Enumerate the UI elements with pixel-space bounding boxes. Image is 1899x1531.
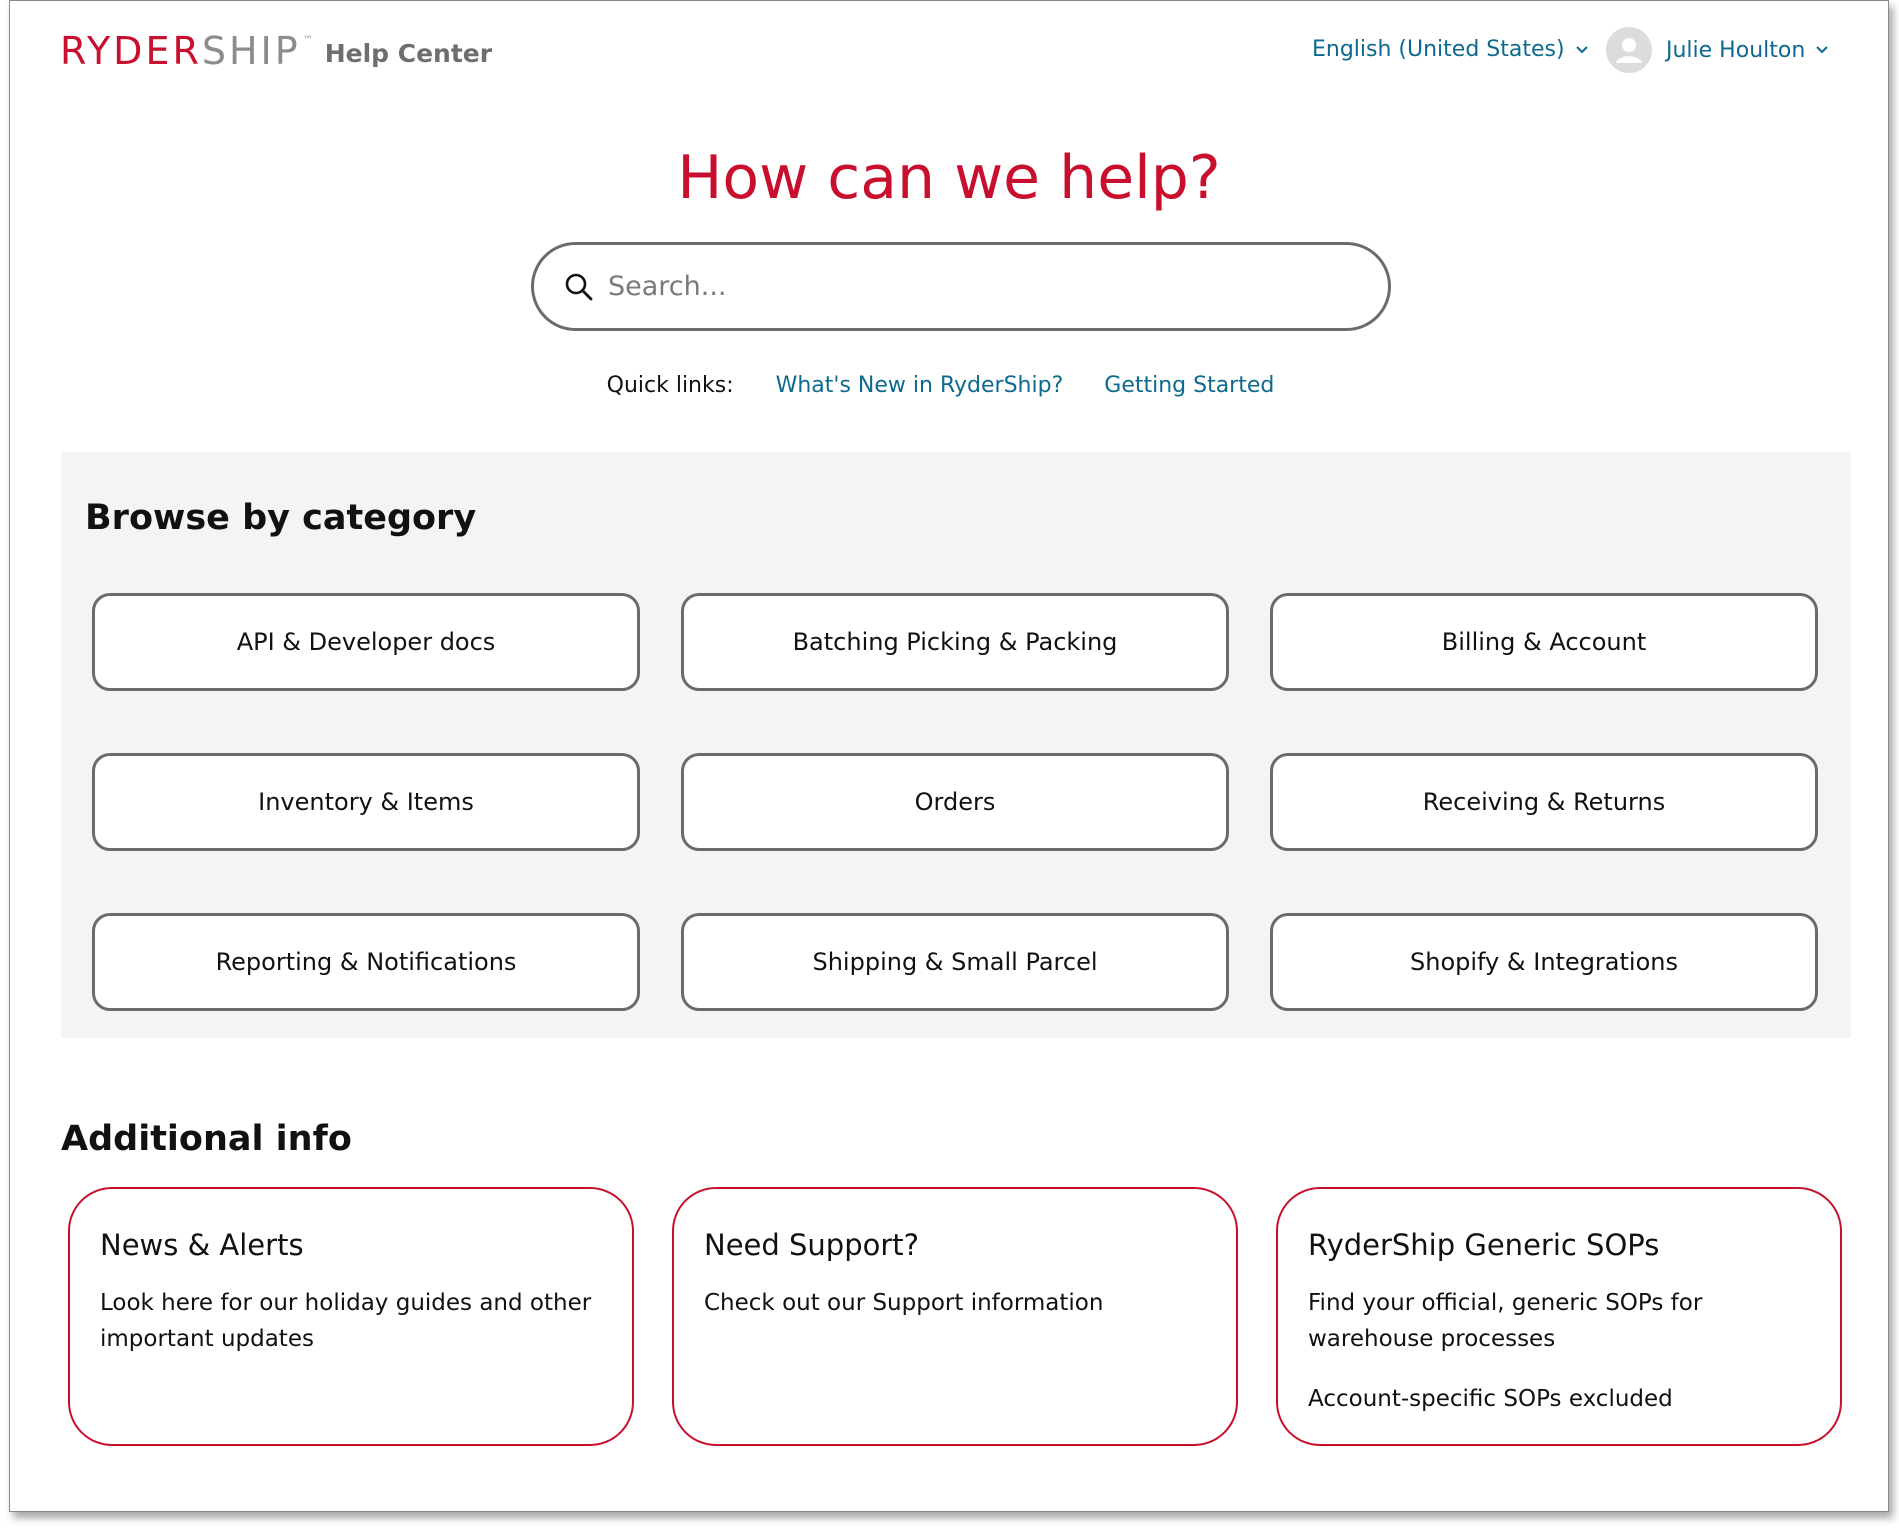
language-label: English (United States) bbox=[1312, 37, 1565, 62]
card-title: News & Alerts bbox=[100, 1228, 304, 1262]
page-title: How can we help? bbox=[677, 143, 1221, 213]
user-menu[interactable]: Julie Houlton bbox=[1606, 27, 1829, 73]
quick-links: Quick links: What's New in RyderShip? Ge… bbox=[10, 373, 1888, 398]
user-avatar-icon bbox=[1606, 27, 1652, 73]
quick-link-whats-new[interactable]: What's New in RyderShip? bbox=[776, 373, 1064, 398]
quick-link-getting-started[interactable]: Getting Started bbox=[1104, 373, 1274, 398]
category-inventory-items[interactable]: Inventory & Items bbox=[92, 753, 640, 851]
trademark-symbol: ™ bbox=[302, 35, 313, 46]
card-description: Find your official, generic SOPs for war… bbox=[1308, 1290, 1703, 1352]
category-orders[interactable]: Orders bbox=[681, 753, 1229, 851]
card-need-support[interactable]: Need Support? Check out our Support info… bbox=[672, 1187, 1238, 1446]
browse-section-title: Browse by category bbox=[85, 498, 477, 538]
browse-by-category-section: Browse by category API & Developer docs … bbox=[61, 452, 1851, 1038]
chevron-down-icon bbox=[1815, 45, 1829, 55]
browser-window: RYDER SHIP ™ Help Center English (United… bbox=[9, 0, 1889, 1512]
search-box[interactable] bbox=[531, 242, 1391, 331]
category-billing-account[interactable]: Billing & Account bbox=[1270, 593, 1818, 691]
category-api-developer-docs[interactable]: API & Developer docs bbox=[92, 593, 640, 691]
language-selector[interactable]: English (United States) bbox=[1312, 37, 1589, 62]
search-icon bbox=[562, 270, 596, 304]
logo-ship-text: SHIP bbox=[201, 29, 301, 73]
additional-info-title: Additional info bbox=[61, 1119, 352, 1159]
logo-ryder-text: RYDER bbox=[60, 29, 202, 73]
card-title: Need Support? bbox=[704, 1228, 920, 1262]
chevron-down-icon bbox=[1575, 45, 1589, 55]
card-news-alerts[interactable]: News & Alerts Look here for our holiday … bbox=[68, 1187, 634, 1446]
card-description: Check out our Support information bbox=[704, 1290, 1104, 1316]
category-shopify-integrations[interactable]: Shopify & Integrations bbox=[1270, 913, 1818, 1011]
card-generic-sops[interactable]: RyderShip Generic SOPs Find your officia… bbox=[1276, 1187, 1842, 1446]
help-center-label: Help Center bbox=[324, 39, 493, 68]
site-header: RYDER SHIP ™ Help Center English (United… bbox=[10, 1, 1888, 106]
quick-links-label: Quick links: bbox=[606, 373, 734, 398]
category-reporting-notifications[interactable]: Reporting & Notifications bbox=[92, 913, 640, 1011]
search-input[interactable] bbox=[608, 271, 1348, 302]
category-shipping-small-parcel[interactable]: Shipping & Small Parcel bbox=[681, 913, 1229, 1011]
card-title: RyderShip Generic SOPs bbox=[1308, 1228, 1660, 1262]
card-note: Account-specific SOPs excluded bbox=[1308, 1386, 1673, 1412]
additional-info-cards: News & Alerts Look here for our holiday … bbox=[68, 1187, 1842, 1446]
user-name: Julie Houlton bbox=[1666, 37, 1806, 63]
category-batching-picking-packing[interactable]: Batching Picking & Packing bbox=[681, 593, 1229, 691]
category-receiving-returns[interactable]: Receiving & Returns bbox=[1270, 753, 1818, 851]
card-description: Look here for our holiday guides and oth… bbox=[100, 1290, 592, 1352]
category-grid: API & Developer docs Batching Picking & … bbox=[92, 593, 1818, 1011]
rydership-logo[interactable]: RYDER SHIP ™ Help Center bbox=[60, 27, 492, 75]
